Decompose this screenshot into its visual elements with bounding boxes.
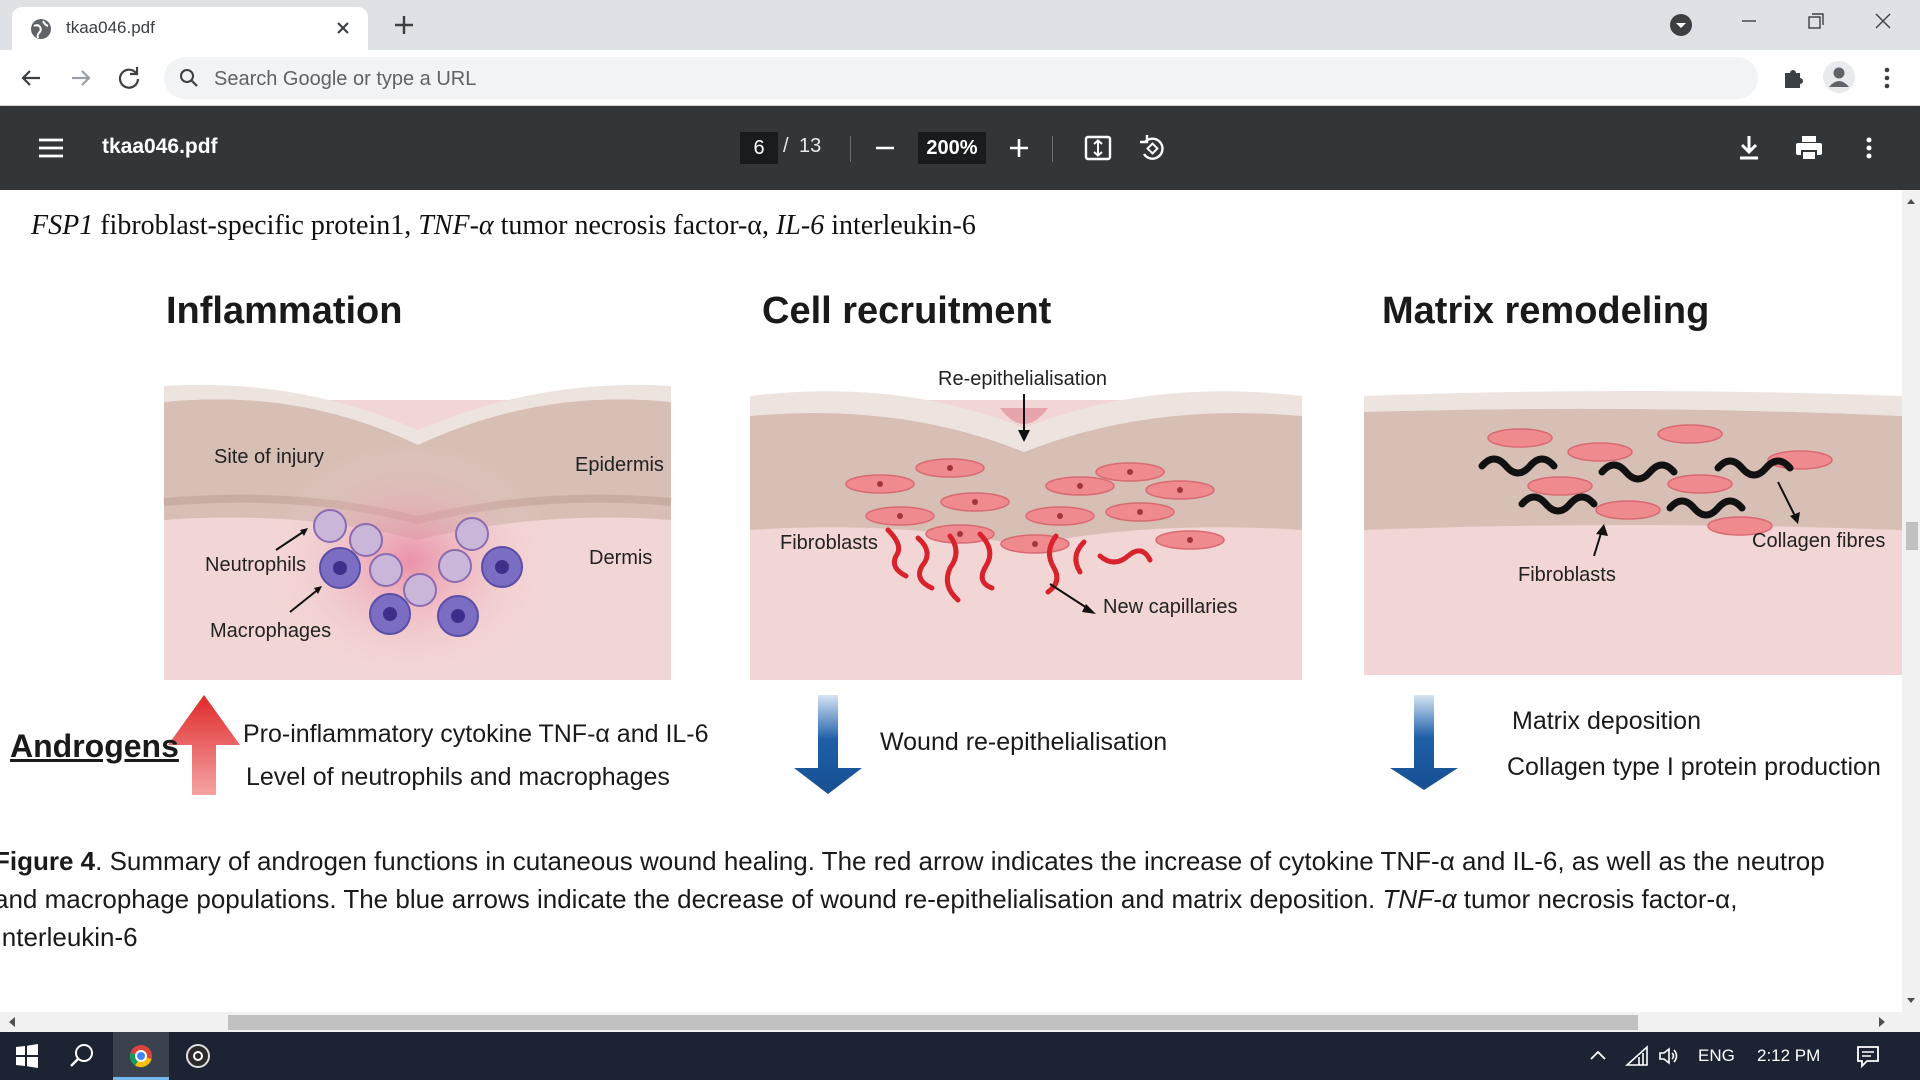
effect-text: Level of neutrophils and macrophages [246, 763, 670, 791]
address-placeholder: Search Google or type a URL [214, 68, 477, 90]
window-close-icon[interactable] [1850, 0, 1916, 44]
caption-text: and macrophage populations. The blue arr… [0, 884, 1383, 914]
vertical-scroll-thumb[interactable] [1906, 522, 1918, 550]
new-tab-icon[interactable] [391, 12, 417, 38]
vertical-scrollbar[interactable] [1902, 190, 1920, 1012]
zoom-level-input[interactable]: 200% [918, 132, 986, 164]
decrease-arrow [1390, 695, 1458, 790]
search-icon [70, 1044, 93, 1067]
language-indicator[interactable]: ENG [1698, 1046, 1735, 1066]
minimize-icon[interactable] [1716, 0, 1782, 44]
panel-title: Cell recruitment [762, 290, 1052, 332]
panel-title: Inflammation [166, 290, 403, 332]
taskbar-search-button[interactable] [54, 1032, 110, 1080]
profile-avatar[interactable] [1823, 61, 1855, 93]
scroll-left-icon[interactable] [6, 1016, 18, 1028]
androgens-label: Androgens [10, 728, 179, 764]
forward-icon[interactable] [66, 63, 96, 93]
zoom-out-icon[interactable] [870, 133, 900, 163]
address-bar[interactable]: Search Google or type a URL [164, 57, 1758, 99]
clock[interactable]: 2:12 PM [1757, 1046, 1820, 1066]
figure-label: Macrophages [210, 620, 332, 642]
figure-caption-line: interleukin-6 [0, 922, 138, 952]
figure-label: Neutrophils [205, 554, 307, 576]
rotate-icon[interactable] [1136, 132, 1168, 164]
chevron-up-icon[interactable] [1588, 1046, 1608, 1066]
reload-icon[interactable] [114, 63, 144, 93]
effect-text: Wound re-epithelialisation [880, 728, 1168, 756]
figure-label: Fibroblasts [1518, 564, 1616, 586]
hamburger-menu-icon[interactable] [35, 133, 67, 163]
figure-caption-line: Figure 4. Summary of androgen functions … [0, 846, 1825, 877]
caption-text: . Summary of androgen functions in cutan… [95, 846, 1825, 876]
record-app-icon [186, 1044, 210, 1068]
network-icon[interactable] [1625, 1045, 1649, 1067]
browser-tab[interactable]: tkaa046.pdf [12, 7, 368, 50]
pdf-toolbar: tkaa046.pdf 6 / 13 200% [0, 106, 1920, 190]
scroll-up-icon[interactable] [1906, 196, 1916, 206]
chrome-menu-icon[interactable] [1873, 64, 1901, 92]
screen: tkaa046.pdf Search Google or type a URL … [0, 0, 1920, 1080]
horizontal-scrollbar[interactable] [0, 1012, 1920, 1032]
search-icon [180, 69, 198, 87]
page-number-input[interactable]: 6 [740, 132, 778, 164]
tab-title: tkaa046.pdf [66, 18, 155, 37]
effect-text: Collagen type I protein production [1507, 753, 1881, 781]
figure-label: Collagen fibres [1752, 530, 1886, 552]
figure-label: Epidermis [575, 454, 664, 476]
tab-strip: tkaa046.pdf [0, 0, 1920, 50]
fit-page-icon[interactable] [1082, 132, 1114, 164]
taskbar-chrome[interactable] [113, 1032, 169, 1080]
pdf-file-name: tkaa046.pdf [102, 135, 218, 158]
page-separator: / [783, 135, 789, 157]
windows-taskbar: ENG 2:12 PM [0, 1032, 1920, 1080]
figure-label: Site of injury [214, 446, 325, 468]
browser-toolbar: Search Google or type a URL [0, 50, 1920, 106]
close-tab-icon[interactable] [332, 17, 354, 39]
toolbar-divider [850, 136, 851, 162]
decrease-arrow [794, 695, 862, 794]
total-pages: 13 [799, 135, 822, 157]
panel-title: Matrix remodeling [1382, 290, 1710, 332]
chrome-icon [129, 1045, 152, 1068]
figure-label: New capillaries [1103, 596, 1238, 618]
horizontal-scroll-thumb[interactable] [228, 1015, 1638, 1030]
windows-logo-icon [16, 1044, 38, 1068]
back-icon[interactable] [16, 63, 46, 93]
start-button[interactable] [0, 1032, 54, 1080]
scroll-right-icon[interactable] [1876, 1016, 1888, 1028]
person-icon [1829, 67, 1849, 87]
notification-icon[interactable] [1855, 1044, 1881, 1068]
figure-label: Fibroblasts [780, 532, 878, 554]
taskbar-app[interactable] [170, 1032, 226, 1080]
toolbar-divider [1052, 136, 1053, 162]
globe-icon [31, 19, 51, 39]
zoom-in-icon[interactable] [1004, 133, 1034, 163]
caption-abbr: TNF-α [1382, 884, 1457, 914]
volume-icon[interactable] [1657, 1045, 1681, 1067]
figure-caption-line: and macrophage populations. The blue arr… [0, 884, 1737, 915]
download-icon[interactable] [1733, 132, 1765, 164]
scroll-down-icon[interactable] [1906, 996, 1916, 1006]
extensions-icon[interactable] [1779, 64, 1807, 92]
tab-search-icon[interactable] [1669, 13, 1693, 37]
effect-text: Pro-inflammatory cytokine TNF-α and IL-6 [243, 720, 709, 748]
caption-text: tumor necrosis factor-α, [1456, 884, 1738, 914]
pdf-viewport[interactable]: FSP1 fibroblast-specific protein1, TNF-α… [0, 190, 1902, 1012]
print-icon[interactable] [1792, 132, 1826, 164]
restore-icon[interactable] [1782, 0, 1848, 44]
more-options-icon[interactable] [1853, 132, 1885, 164]
figure-label: Dermis [589, 547, 653, 569]
effect-text: Matrix deposition [1512, 707, 1701, 735]
caption-figure-number: Figure 4 [0, 846, 96, 876]
figure-label: Re-epithelialisation [938, 368, 1107, 390]
